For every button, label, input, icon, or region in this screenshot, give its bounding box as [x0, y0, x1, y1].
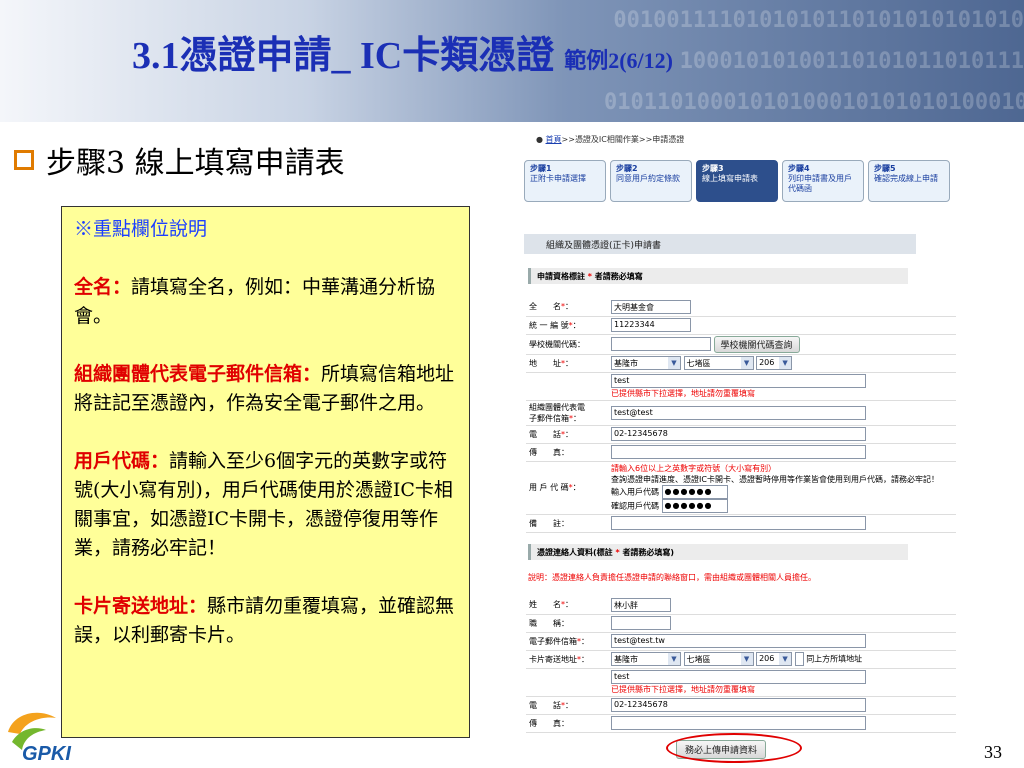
slide-title: 3.1憑證申請_ IC卡類憑證 範例2(6/12) [132, 35, 673, 77]
fullname-input[interactable]: 大明基金會 [611, 299, 691, 314]
step-4: 步驟4 列印申請書及用戶代碼函 [782, 160, 864, 202]
usercode-input[interactable]: ●●●●●● [661, 484, 728, 499]
city-select[interactable]: 基隆市 ▼ [611, 356, 681, 370]
section-applicant-header: 申請資格標註 * 者請務必填寫 [528, 268, 908, 284]
usercode-confirm-input[interactable]: ●●●●●● [661, 498, 728, 513]
contact-email-input[interactable]: test@test.tw [611, 634, 866, 648]
step-5: 步驟5 確認完成線上申請 [868, 160, 950, 202]
fax-input[interactable] [611, 445, 866, 459]
contact-zip-select[interactable]: 206 ▼ [756, 652, 793, 666]
contact-tel-input[interactable]: 02-12345678 [611, 698, 866, 712]
contact-title-input[interactable] [611, 616, 671, 630]
page-number: 33 [984, 742, 1002, 762]
step-1: 步驟1 正附卡申請選擇 [524, 160, 606, 202]
slide-subtitle: 範例2(6/12) [564, 48, 673, 73]
progress-steps: 步驟1 正附卡申請選擇 步驟2 同意用戶約定條款 步驟3 線上填寫申請表 步驟4 列印申… [524, 160, 950, 202]
checkbox-bullet-icon [14, 150, 34, 170]
step-heading: 步驟3 線上填寫申請表 [14, 138, 345, 182]
school-code-input[interactable] [611, 337, 711, 351]
contact-address-input[interactable]: test [611, 669, 866, 684]
taxid-input[interactable]: 11223344 [611, 318, 691, 332]
section-contact-header: 憑證連絡人資料(標註 * 者請務必填寫) [528, 544, 908, 560]
fullname-label: 全 名*： [526, 298, 608, 317]
breadcrumb: ● 首頁>>憑證及IC相關作業>>申請憑證 [536, 135, 685, 144]
note-item-address: 卡片寄送地址：縣市請勿重覆填寫，並確認無誤，以利郵寄卡片。 [74, 595, 455, 646]
contact-fax-input[interactable] [611, 716, 866, 730]
contact-form: 姓 名*： 林小胖 職 稱： 電子郵件信箱*： test@test.tw 卡片寄送地… [526, 596, 956, 733]
contact-district-select[interactable]: 七堵區 ▼ [683, 652, 754, 666]
notes-heading: ※重點欄位說明 [74, 218, 208, 240]
contact-city-select[interactable]: 基隆市 ▼ [611, 652, 681, 666]
field-notes-box: ※重點欄位說明 全名：請填寫全名，例如：中華溝通分析協會。 組織團體代表電子郵件… [61, 206, 470, 738]
logo-text: GPKI [22, 743, 71, 765]
contact-note: 說明：憑證連絡人負責擔任憑證申請的聯絡窗口，需由組織或團體相關人員擔任。 [528, 573, 816, 582]
address-input[interactable]: test [611, 373, 866, 388]
form-screenshot: ● 首頁>>憑證及IC相關作業>>申請憑證 步驟1 正附卡申請選擇 步驟2 同意用戶… [518, 130, 958, 763]
district-select[interactable]: 七堵區 ▼ [683, 356, 754, 370]
org-email-input[interactable]: test@test [611, 405, 866, 420]
gpki-logo: GPKI [8, 712, 71, 765]
school-code-lookup-button[interactable]: 學校機關代碼查詢 [713, 335, 800, 353]
note-item-fullname: 全名：請填寫全名，例如：中華溝通分析協會。 [74, 276, 436, 327]
form-title: 組織及團體憑證(正卡)申請書 [524, 234, 916, 254]
highlight-circle [666, 733, 802, 763]
same-address-checkbox[interactable] [794, 652, 804, 666]
contact-name-input[interactable]: 林小胖 [611, 597, 671, 612]
step-3-active: 步驟3 線上填寫申請表 [696, 160, 778, 202]
breadcrumb-home-link[interactable]: 首頁 [546, 135, 562, 144]
applicant-form: 全 名*： 大明基金會 統 一 編 號*： 11223344 學校機關代碼： 學校機… [526, 298, 956, 533]
remark-input[interactable] [611, 516, 866, 530]
step-2: 步驟2 同意用戶約定條款 [610, 160, 692, 202]
tel-input[interactable]: 02-12345678 [611, 427, 866, 441]
slide-header: 0010011110101010110101010101010 10001010… [0, 0, 1024, 122]
note-item-usercode: 用戶代碼：請輸入至少6個字元的英數字或符號(大小寫有別)，用戶代碼使用於憑證IC… [74, 450, 453, 559]
note-item-email: 組織團體代表電子郵件信箱：所填寫信箱地址將註記至憑證內，作為安全電子郵件之用。 [74, 363, 455, 414]
zip-select[interactable]: 206 ▼ [756, 356, 793, 370]
